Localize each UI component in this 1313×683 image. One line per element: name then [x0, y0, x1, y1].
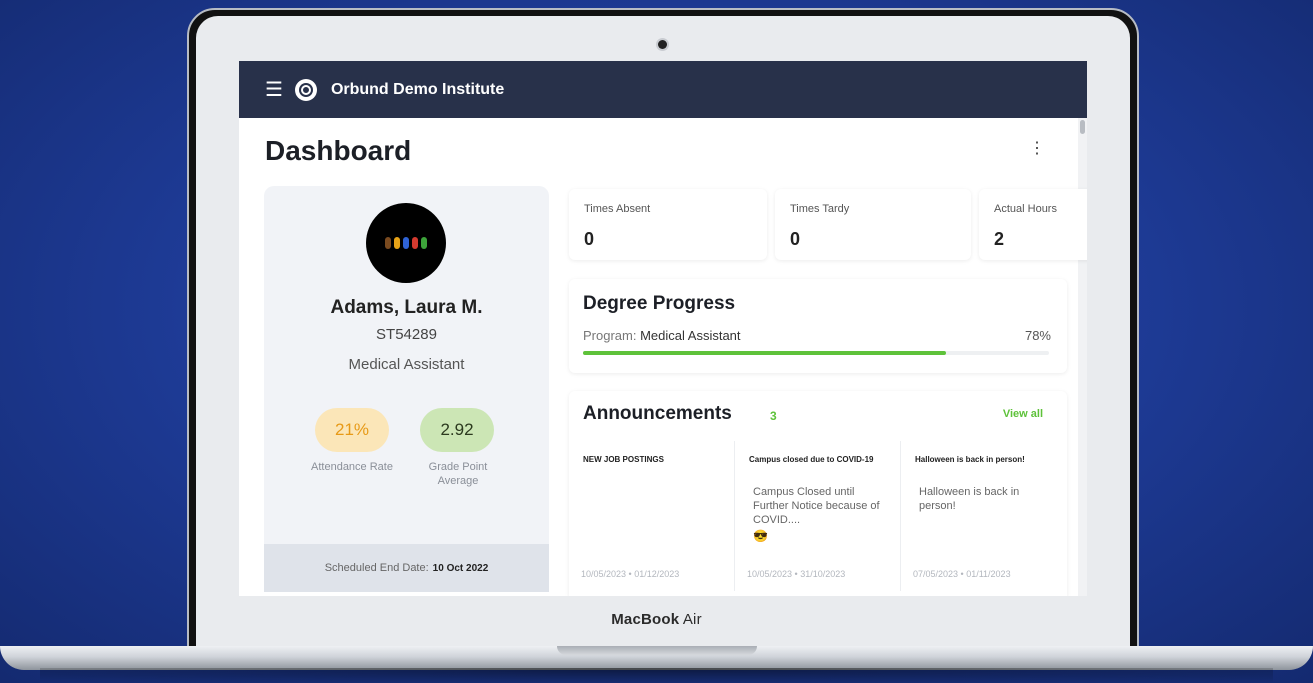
- announcement-item[interactable]: Halloween is back in person! Halloween i…: [901, 441, 1067, 591]
- announcement-headline: NEW JOB POSTINGS: [583, 455, 664, 464]
- avatar-dot: [412, 237, 418, 249]
- announcements-title: Announcements: [583, 403, 732, 424]
- metric-label: Actual Hours: [994, 203, 1057, 215]
- avatar-dot: [394, 237, 400, 249]
- announcement-body-wrap: Campus Closed until Further Notice becau…: [753, 485, 883, 543]
- end-date-label: Scheduled End Date:: [324, 562, 429, 574]
- page-title: Dashboard: [265, 135, 412, 166]
- institution-name: Orbund Demo Institute: [330, 80, 505, 98]
- sunglasses-emoji-icon: 😎: [753, 529, 768, 543]
- gpa-badge: 2.92: [420, 408, 494, 452]
- announcement-item[interactable]: NEW JOB POSTINGS 10/05/2023 • 01/12/2023: [569, 441, 735, 591]
- hamburger-icon[interactable]: ☰: [265, 80, 283, 100]
- student-program: Medical Assistant: [348, 356, 465, 373]
- progress-track: [583, 351, 1049, 355]
- device-brand: MacBook: [611, 611, 680, 628]
- announcement-dates: 10/05/2023 • 01/12/2023: [581, 569, 680, 579]
- device-label: MacBook Air: [0, 611, 1313, 628]
- metric-card-actual-hours: Actual Hours 2: [979, 189, 1087, 260]
- avatar: [366, 203, 446, 283]
- avatar-dot: [403, 237, 409, 249]
- metric-value: 2: [994, 229, 1005, 249]
- orbund-logo-icon[interactable]: [294, 78, 317, 101]
- program-name: Medical Assistant: [640, 328, 741, 343]
- program-line: Program: Medical Assistant: [583, 328, 741, 343]
- laptop-hinge-notch: [557, 646, 757, 655]
- degree-progress-title: Degree Progress: [583, 293, 736, 314]
- view-all-link[interactable]: View all: [1003, 408, 1043, 420]
- announcement-headline: Campus closed due to COVID-19: [749, 455, 874, 464]
- attendance-rate-label: Attendance Rate: [311, 461, 393, 473]
- degree-progress-card: Degree Progress Program: Medical Assista…: [569, 279, 1067, 373]
- attendance-rate-badge: 21%: [315, 408, 389, 452]
- avatar-dot: [421, 237, 427, 249]
- scheduled-end-date: Scheduled End Date: 10 Oct 2022: [264, 544, 549, 592]
- metric-label: Times Tardy: [790, 203, 850, 215]
- progress-fill: [583, 351, 947, 355]
- progress-percent: 78%: [1024, 328, 1051, 343]
- laptop-shadow: [40, 668, 1273, 683]
- announcements-card: Announcements 3 View all NEW JOB POSTING…: [569, 391, 1067, 596]
- gpa-label: Grade Point Average: [428, 461, 488, 487]
- metric-label: Times Absent: [584, 203, 651, 215]
- metric-value: 0: [790, 229, 801, 249]
- avatar-dot: [385, 237, 391, 249]
- scrollbar-thumb[interactable]: [1080, 120, 1085, 134]
- announcement-headline: Halloween is back in person!: [915, 455, 1025, 464]
- metric-value: 0: [584, 229, 595, 249]
- student-name: Adams, Laura M.: [330, 297, 483, 318]
- webcam: [658, 40, 667, 49]
- metric-card-times-tardy: Times Tardy 0: [775, 189, 971, 260]
- announcement-body: Campus Closed until Further Notice becau…: [753, 486, 880, 526]
- device-model: Air: [682, 611, 702, 628]
- announcements-count-badge: 3: [770, 409, 777, 423]
- app-screen: ☰ Orbund Demo Institute Dashboard ⋮ Adam…: [239, 61, 1087, 596]
- metric-card-times-absent: Times Absent 0: [569, 189, 767, 260]
- top-bar: ☰ Orbund Demo Institute: [239, 61, 1087, 118]
- end-date-value: 10 Oct 2022: [432, 562, 489, 574]
- kebab-menu-icon[interactable]: ⋮: [1029, 141, 1045, 157]
- announcement-item[interactable]: Campus closed due to COVID-19 Campus Clo…: [735, 441, 901, 591]
- announcement-dates: 10/05/2023 • 31/10/2023: [747, 569, 846, 579]
- student-id: ST54289: [376, 326, 437, 343]
- announcement-body: Halloween is back in person!: [919, 486, 1020, 512]
- announcement-dates: 07/05/2023 • 01/11/2023: [913, 569, 1011, 579]
- program-prefix: Program:: [583, 328, 637, 343]
